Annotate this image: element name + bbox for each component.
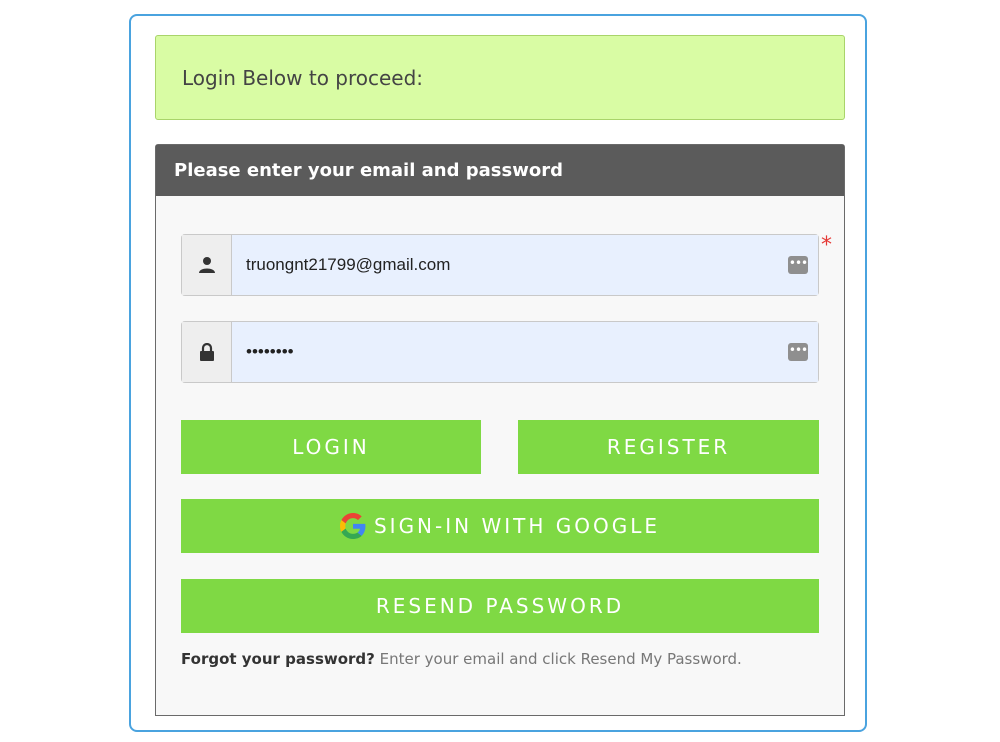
required-marker: *: [821, 233, 832, 258]
google-signin-label: SIGN-IN WITH GOOGLE: [373, 514, 661, 538]
notice-text: Login Below to proceed:: [182, 65, 424, 90]
google-icon: [339, 513, 366, 539]
forgot-password-help: Forgot your password? Enter your email a…: [181, 650, 742, 668]
panel-title: Please enter your email and password: [174, 160, 563, 181]
login-button[interactable]: LOGIN: [181, 420, 481, 474]
panel-header: Please enter your email and password: [156, 145, 844, 196]
login-panel: Please enter your email and password •••…: [155, 144, 845, 716]
google-signin-button[interactable]: SIGN-IN WITH GOOGLE: [181, 499, 819, 553]
forgot-password-text: Enter your email and click Resend My Pas…: [374, 650, 742, 668]
forgot-password-bold: Forgot your password?: [181, 650, 375, 668]
password-input-group: •••: [181, 321, 819, 383]
login-notice: Login Below to proceed:: [155, 35, 845, 120]
lock-icon: [182, 322, 232, 382]
login-card: Login Below to proceed: Please enter you…: [129, 14, 867, 732]
user-icon: [182, 235, 232, 295]
register-button[interactable]: REGISTER: [518, 420, 819, 474]
password-field[interactable]: [232, 322, 818, 382]
password-manager-icon[interactable]: •••: [788, 343, 808, 361]
email-input-group: •••: [181, 234, 819, 296]
resend-password-button[interactable]: RESEND PASSWORD: [181, 579, 819, 633]
password-manager-icon[interactable]: •••: [788, 256, 808, 274]
email-field[interactable]: [232, 235, 818, 295]
